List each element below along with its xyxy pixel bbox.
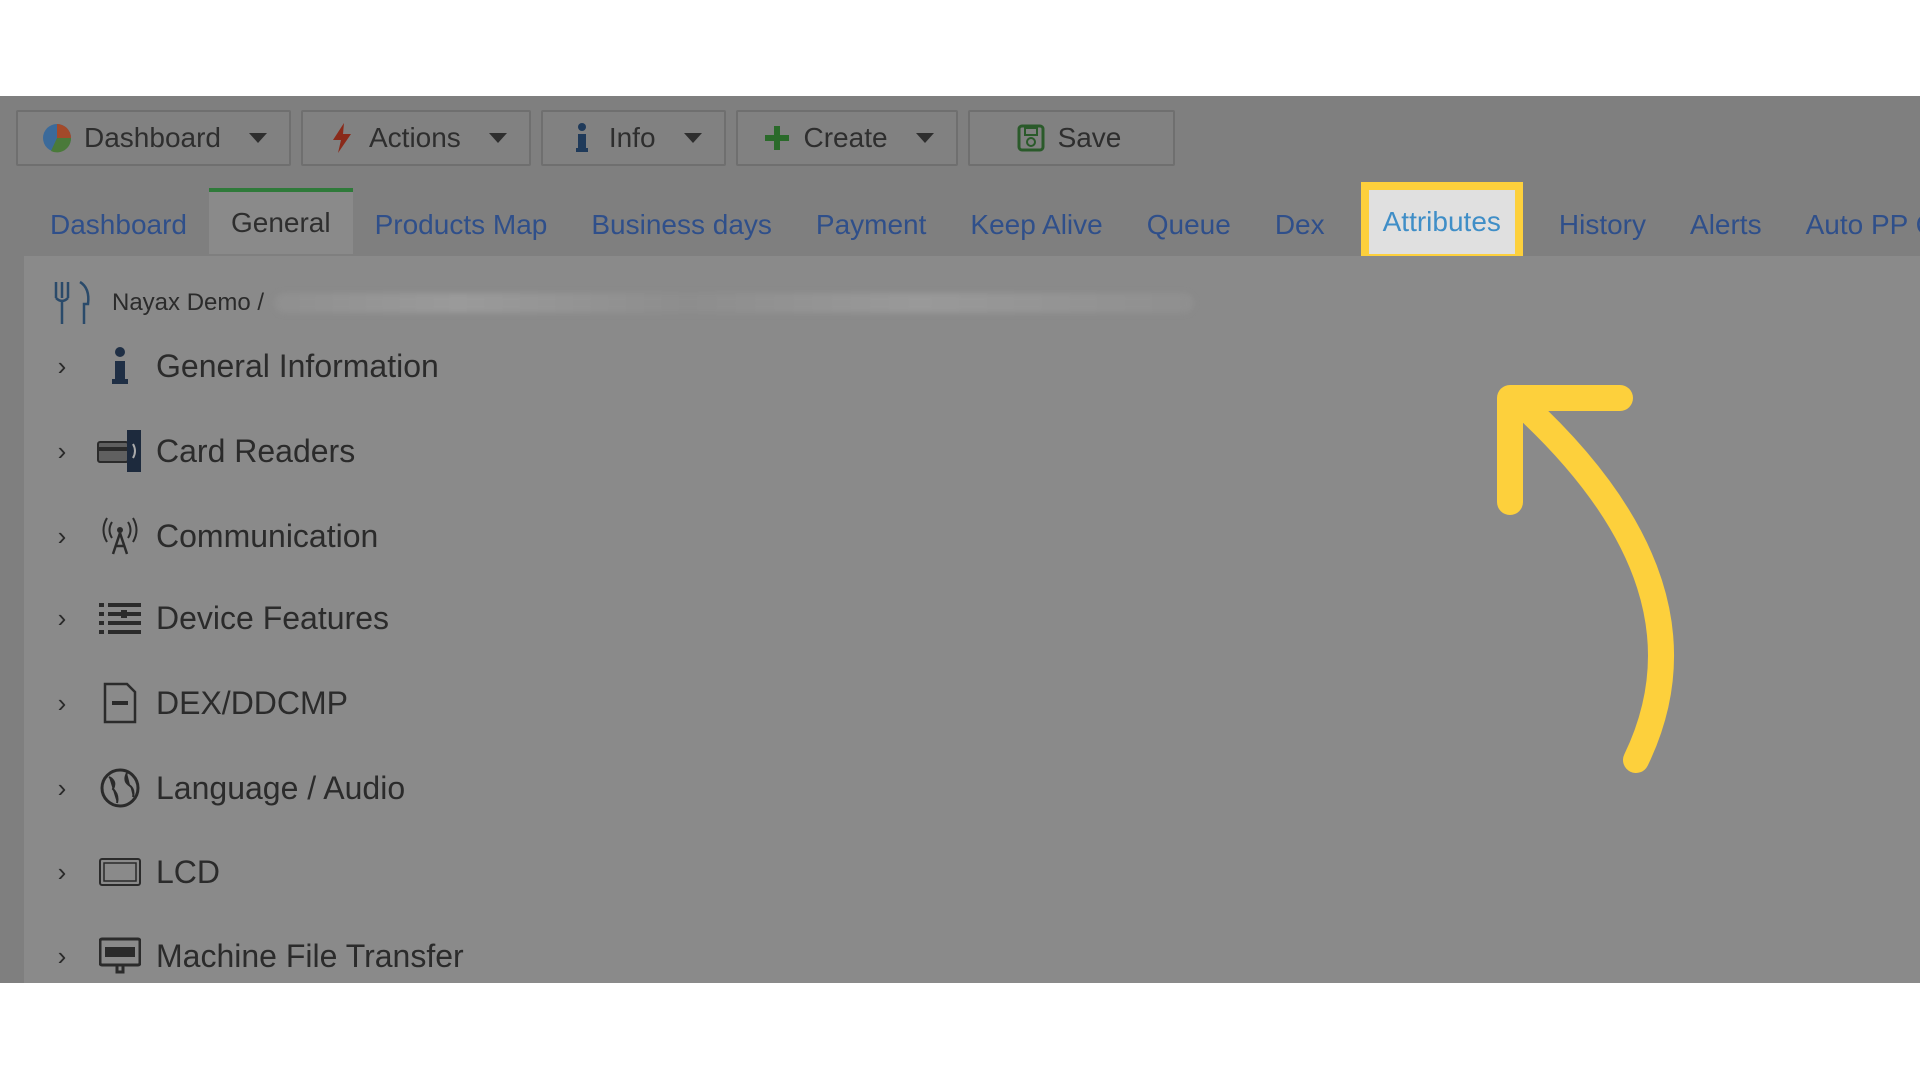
globe-icon	[96, 764, 144, 812]
tab-dex[interactable]: Dex	[1253, 196, 1347, 254]
toolbar: Dashboard Actions Info Create Save	[16, 110, 1176, 168]
pointer-arrow-icon	[1497, 385, 1674, 773]
chevron-right-icon[interactable]: ›	[44, 857, 80, 888]
chevron-down-icon	[248, 133, 267, 143]
lightning-icon	[325, 121, 359, 155]
lcd-icon	[96, 848, 144, 896]
create-button-label: Create	[803, 122, 888, 153]
fork-knife-icon	[54, 280, 90, 324]
tree-item-machine-file-transfer[interactable]: › Machine File Transfer	[44, 926, 464, 983]
chevron-right-icon[interactable]: ›	[44, 603, 80, 634]
tree-item-label: Machine File Transfer	[156, 937, 464, 974]
antenna-icon	[96, 512, 144, 560]
dashboard-dropdown-button[interactable]: Dashboard	[16, 110, 291, 166]
actions-button-label: Actions	[368, 122, 461, 153]
save-button[interactable]: Save	[967, 110, 1176, 166]
info-icon	[96, 342, 144, 390]
tree-item-language-audio[interactable]: › Language / Audio	[44, 758, 405, 818]
tab-dashboard[interactable]: Dashboard	[28, 196, 209, 254]
tab-history[interactable]: History	[1537, 196, 1668, 254]
chevron-down-icon	[683, 133, 702, 143]
tree-item-card-readers[interactable]: › Card Readers	[44, 421, 355, 481]
info-icon	[565, 121, 599, 155]
tree-item-label: Card Readers	[156, 432, 356, 469]
chevron-down-icon	[915, 133, 934, 143]
tab-queue[interactable]: Queue	[1125, 196, 1253, 254]
chevron-right-icon[interactable]: ›	[44, 436, 80, 467]
tree-item-communication[interactable]: › Communication	[44, 506, 378, 566]
create-dropdown-button[interactable]: Create	[735, 110, 958, 166]
dex-icon	[96, 679, 144, 727]
tab-auto-pp-car[interactable]: Auto PP Car	[1784, 196, 1920, 254]
tab-keep-alive[interactable]: Keep Alive	[948, 196, 1124, 254]
tab-attributes[interactable]: Attributes	[1360, 182, 1523, 262]
chevron-right-icon[interactable]: ›	[44, 773, 80, 804]
ftp-icon	[96, 932, 144, 980]
tree-item-device-features[interactable]: › Device Features	[44, 588, 389, 648]
tree-item-label: Communication	[156, 517, 379, 554]
features-list-icon	[96, 594, 144, 642]
breadcrumb-redacted-path	[274, 293, 1195, 313]
tab-alerts[interactable]: Alerts	[1668, 196, 1784, 254]
tree-item-general-information[interactable]: › General Information	[44, 336, 439, 396]
chevron-right-icon[interactable]: ›	[44, 688, 80, 719]
pie-chart-icon	[40, 121, 74, 155]
tree-item-label: Device Features	[156, 599, 389, 636]
chevron-right-icon[interactable]: ›	[44, 521, 80, 552]
chevron-right-icon[interactable]: ›	[44, 941, 80, 972]
chevron-down-icon	[488, 133, 507, 143]
tree-item-label: General Information	[156, 347, 439, 384]
tab-general[interactable]: General	[208, 188, 353, 254]
tab-payment[interactable]: Payment	[794, 196, 949, 254]
breadcrumb-root[interactable]: Nayax Demo /	[112, 289, 264, 317]
info-button-label: Info	[608, 122, 656, 153]
tab-products-map[interactable]: Products Map	[353, 196, 570, 254]
plus-icon	[760, 121, 794, 155]
floppy-disk-icon	[1014, 121, 1048, 155]
card-reader-icon	[96, 427, 144, 475]
info-dropdown-button[interactable]: Info	[540, 110, 726, 166]
chevron-right-icon[interactable]: ›	[44, 351, 80, 382]
tree-item-dex-ddcmp[interactable]: › DEX/DDCMP	[44, 673, 348, 733]
actions-dropdown-button[interactable]: Actions	[300, 110, 531, 166]
dashboard-button-label: Dashboard	[84, 122, 221, 153]
save-button-label: Save	[1057, 122, 1122, 153]
tab-bar: Dashboard General Products Map Business …	[28, 182, 1920, 262]
tree-item-lcd[interactable]: › LCD	[44, 842, 220, 902]
app-screenshot: Dashboard Actions Info Create Save Dashb…	[0, 96, 1920, 983]
breadcrumb: Nayax Demo /	[48, 278, 1195, 328]
tab-business-days[interactable]: Business days	[569, 196, 794, 254]
tree-item-label: Language / Audio	[156, 769, 406, 806]
tree-item-label: DEX/DDCMP	[156, 684, 349, 721]
tree-item-label: LCD	[156, 853, 221, 890]
